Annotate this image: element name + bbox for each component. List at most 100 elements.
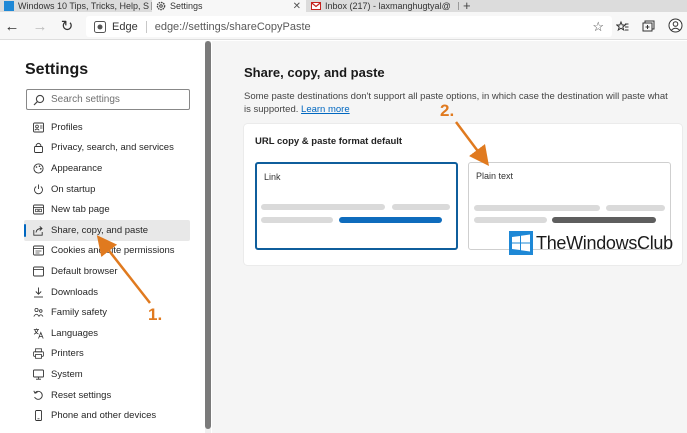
browser-icon [33,266,44,277]
sidebar-item-label: Phone and other devices [51,410,157,422]
watermark-text: TheWindowsClub [536,232,673,253]
sidebar-item-appearance[interactable]: Appearance [24,158,190,179]
new-tab-button[interactable]: + [463,0,471,12]
tab-inbox[interactable]: Inbox (217) - laxmanghugtyal@ ✕ [307,0,457,12]
preview-bar [606,205,665,211]
sidebar-item-on-startup[interactable]: On startup [24,179,190,200]
sidebar-item-phone-devices[interactable]: Phone and other devices [24,405,190,426]
sidebar-item-label: Printers [51,348,84,360]
sidebar-item-system[interactable]: System [24,364,190,385]
sidebar-item-label: Downloads [51,286,98,298]
printer-icon [33,348,44,360]
card-title: URL copy & paste format default [255,136,403,147]
sidebar-scrollbar[interactable] [205,41,211,433]
tab-separator [458,2,459,10]
sidebar-item-profiles[interactable]: Profiles [24,117,190,138]
tab-title: Settings [170,1,203,11]
sidebar-item-label: On startup [51,183,96,195]
sidebar-item-label: New tab page [51,204,110,216]
share-icon [33,225,43,236]
tab-settings[interactable]: Settings ✕ [152,0,306,12]
sidebar-item-cookies[interactable]: Cookies and site permissions [24,241,190,262]
settings-sidebar: Settings Profiles Privacy, search, and s… [0,41,204,433]
preview-bar [474,205,600,211]
sidebar-item-label: Family safety [51,307,107,319]
sidebar-item-label: Appearance [51,162,103,174]
address-bar[interactable]: Edge edge://settings/shareCopyPaste ☆ [86,16,612,37]
close-icon[interactable]: ✕ [451,1,457,12]
link-option[interactable]: Link [255,162,458,250]
option-label: Link [264,172,281,182]
phone-icon [35,410,42,422]
sidebar-item-label: Privacy, search, and services [51,142,174,154]
power-icon [34,184,43,194]
page-description: Some paste destinations don't support al… [244,90,674,116]
search-input[interactable] [51,94,181,105]
preview-bar [474,217,547,223]
refresh-button[interactable]: ↻ [58,17,76,35]
search-box[interactable] [26,89,190,110]
sidebar-item-label: Reset settings [51,389,112,401]
preview-bar [261,204,385,210]
sidebar-item-label: Share, copy, and paste [51,224,148,236]
sidebar-item-reset-settings[interactable]: Reset settings [24,385,190,406]
site-favicon-icon [4,1,14,11]
sidebar-item-printers[interactable]: Printers [24,344,190,365]
language-icon [33,328,44,339]
new-tab-icon [33,204,44,215]
profile-icon [33,122,44,133]
profile-avatar-icon[interactable] [668,18,683,33]
sidebar-item-privacy[interactable]: Privacy, search, and services [24,138,190,159]
annotation-step-2: 2. [440,101,455,120]
forward-button[interactable]: → [31,17,49,35]
preview-link-bar [339,217,442,223]
edge-icon [94,20,106,33]
sidebar-item-label: Profiles [51,121,83,133]
windows-club-logo-icon [509,231,533,255]
reset-icon [33,390,43,400]
site-name: Edge [112,20,138,33]
close-icon[interactable]: ✕ [149,1,150,12]
page-title: Share, copy, and paste [244,65,385,80]
option-label: Plain text [476,171,514,181]
annotation-step-1: 1. [148,305,163,324]
sidebar-item-family-safety[interactable]: Family safety [24,302,190,323]
tab-strip: Windows 10 Tips, Tricks, Help, S ✕ Setti… [0,0,687,12]
preview-bar [261,217,333,223]
back-button[interactable]: ← [3,17,21,35]
search-icon [33,94,45,105]
url-divider [145,20,147,33]
sidebar-title: Settings [25,61,89,78]
favorite-star-icon[interactable]: ☆ [592,19,604,35]
preview-text-bar [552,217,656,223]
browser-toolbar: ← → ↻ Edge edge://settings/shareCopyPast… [0,12,687,40]
sidebar-item-label: Default browser [51,265,118,277]
lock-icon [34,143,43,154]
sidebar-item-new-tab-page[interactable]: New tab page [24,199,190,220]
collections-icon[interactable] [642,20,655,32]
sidebar-item-label: Languages [51,327,99,339]
sidebar-nav-list: Profiles Privacy, search, and services A… [24,117,190,426]
tab-title: Inbox (217) - laxmanghugtyal@ [325,1,451,11]
sidebar-item-label: Cookies and site permissions [51,245,175,257]
family-icon [33,308,44,317]
watermark: TheWindowsClub [509,231,673,255]
cookies-icon [33,245,44,256]
url-text[interactable]: edge://settings/shareCopyPaste [155,21,311,33]
preview-bar [392,204,450,210]
appearance-icon [33,163,44,174]
download-icon [34,287,43,297]
system-icon [33,369,44,380]
tab-windows-tips[interactable]: Windows 10 Tips, Tricks, Help, S ✕ [0,0,150,12]
gear-icon [156,1,166,11]
sidebar-item-languages[interactable]: Languages [24,323,190,344]
scrollbar-thumb[interactable] [205,41,211,429]
sidebar-item-share-copy-paste[interactable]: Share, copy, and paste [24,219,190,241]
learn-more-link[interactable]: Learn more [301,104,350,115]
sidebar-item-downloads[interactable]: Downloads [24,282,190,303]
gmail-icon [311,2,321,10]
favorites-icon[interactable] [616,20,629,32]
tab-title: Windows 10 Tips, Tricks, Help, S [18,1,150,11]
sidebar-item-default-browser[interactable]: Default browser [24,261,190,282]
close-icon[interactable]: ✕ [288,1,306,12]
